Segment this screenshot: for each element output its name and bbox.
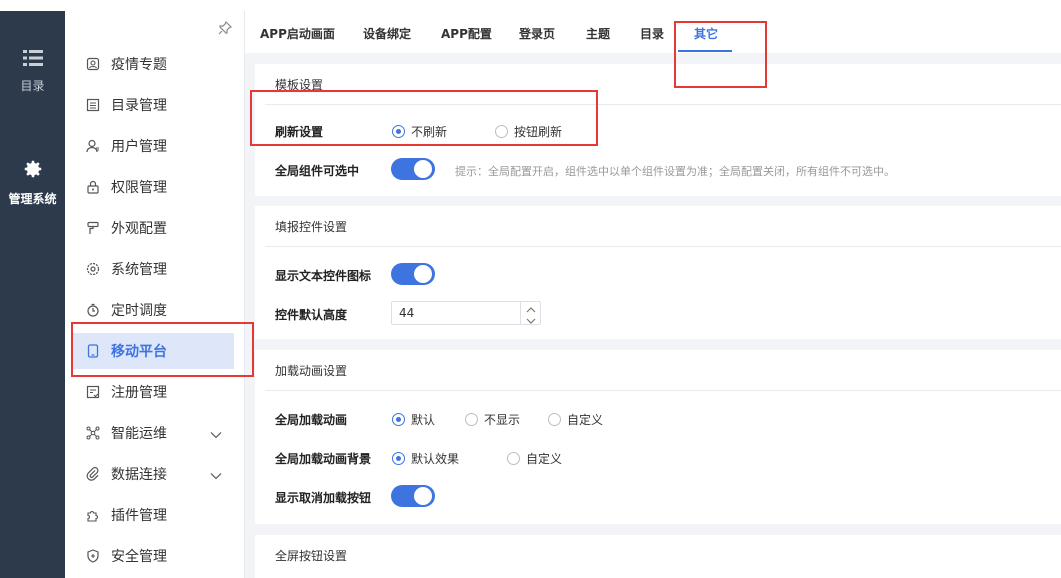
radio-anim-custom[interactable]: 自定义: [548, 411, 603, 428]
global-select-label: 全局组件可选中: [275, 164, 360, 178]
rail-item-catalog[interactable]: 目录: [0, 49, 65, 94]
sidebar-item-permissions[interactable]: 权限管理: [71, 169, 234, 205]
list-icon: [22, 50, 43, 66]
fullscreen-settings-panel: 全屏按钮设置: [255, 535, 1061, 578]
radio-anim-default[interactable]: 默认: [392, 411, 435, 428]
radio-label: 不显示: [484, 413, 521, 427]
rail-item-label: 管理系统: [8, 192, 57, 206]
cancel-button-toggle[interactable]: [391, 485, 435, 507]
cancel-button-label: 显示取消加载按钮: [275, 491, 372, 505]
tab-device-binding[interactable]: 设备绑定: [363, 25, 411, 42]
gear-icon: [24, 160, 41, 178]
radio-dot: [392, 452, 405, 465]
default-height-stepper[interactable]: [391, 301, 541, 325]
show-icon-toggle[interactable]: [391, 263, 435, 285]
global-anim-label: 全局加载动画: [275, 413, 348, 427]
sidebar-item-label: 目录管理: [111, 98, 167, 114]
sidebar-item-system[interactable]: 系统管理: [71, 251, 234, 287]
sidebar-item-label: 外观配置: [111, 221, 167, 237]
sidebar-item-data-connection[interactable]: 数据连接: [71, 456, 234, 492]
top-strip: [0, 0, 1061, 11]
shield-icon: [85, 548, 101, 564]
tab-login-page[interactable]: 登录页: [519, 25, 555, 42]
tab-app-config[interactable]: APP配置: [441, 25, 492, 42]
show-icon-label: 显示文本控件图标: [275, 269, 372, 283]
panel-title: 加载动画设置: [275, 364, 348, 378]
tab-app-splash[interactable]: APP启动画面: [260, 25, 335, 42]
annotation-box-other-tab: [674, 21, 767, 88]
sidebar-item-security[interactable]: 安全管理: [71, 538, 234, 574]
annotation-box-mobile: [71, 322, 254, 377]
sidebar-item-label: 用户管理: [111, 139, 167, 155]
radio-label: 默认效果: [411, 452, 460, 466]
rail-item-label: 目录: [20, 79, 45, 93]
rail-item-management[interactable]: 管理系统: [0, 158, 65, 207]
divider: [265, 390, 1061, 391]
anim-bg-label: 全局加载动画背景: [275, 452, 372, 466]
sidebar-item-plugins[interactable]: 插件管理: [71, 497, 234, 533]
sidebar-item-label: 疫情专题: [111, 57, 167, 73]
lock-icon: [85, 179, 101, 195]
sidebar-item-label: 系统管理: [111, 262, 167, 278]
radio-anim-hidden[interactable]: 不显示: [465, 411, 520, 428]
sidebar-item-epidemic[interactable]: 疫情专题: [71, 46, 234, 82]
global-select-hint: 提示：全局配置开启，组件选中以单个组件设置为准；全局配置关闭，所有组件不可选中。: [455, 165, 895, 178]
annotation-box-refresh: [250, 90, 598, 146]
chevron-down-icon[interactable]: [210, 427, 222, 443]
radio-dot: [507, 452, 520, 465]
radio-dot: [548, 413, 561, 426]
tab-bar: APP启动画面 设备绑定 APP配置 登录页 主题 目录 其它: [245, 11, 1061, 53]
catalog-icon: [85, 97, 101, 113]
default-height-input[interactable]: [392, 302, 520, 324]
left-rail: 目录 管理系统: [0, 11, 65, 578]
radio-label: 自定义: [567, 413, 604, 427]
panel-title: 填报控件设置: [275, 220, 348, 234]
radio-label: 默认: [411, 413, 436, 427]
plugin-icon: [85, 507, 101, 523]
default-height-label: 控件默认高度: [275, 308, 348, 322]
fill-settings-panel: 填报控件设置 显示文本控件图标 控件默认高度: [255, 206, 1061, 339]
timer-icon: [85, 302, 101, 318]
pin-icon[interactable]: [218, 20, 233, 38]
sidebar-item-label: 权限管理: [111, 180, 167, 196]
sidebar-item-label: 数据连接: [111, 467, 167, 483]
sidebar: 疫情专题 目录管理 用户管理 权限管理 外观配置 系统管理 定时调度 移动平台 …: [65, 11, 245, 578]
network-icon: [85, 425, 101, 441]
chevron-down-icon[interactable]: [526, 314, 536, 328]
settings-icon: [85, 261, 101, 277]
radio-dot: [465, 413, 478, 426]
loading-settings-panel: 加载动画设置 全局加载动画 默认 不显示 自定义 全局加载动画背景 默认效果 自…: [255, 350, 1061, 524]
stepper-buttons: [520, 302, 540, 324]
radio-label: 自定义: [526, 452, 563, 466]
chevron-down-icon[interactable]: [210, 468, 222, 484]
link-icon: [85, 466, 101, 482]
sidebar-item-users[interactable]: 用户管理: [71, 128, 234, 164]
brush-icon: [85, 220, 101, 236]
register-icon: [85, 384, 101, 400]
radio-bg-custom[interactable]: 自定义: [507, 450, 562, 467]
radio-dot: [392, 413, 405, 426]
sidebar-item-label: 注册管理: [111, 385, 167, 401]
sidebar-item-label: 定时调度: [111, 303, 167, 319]
tab-theme[interactable]: 主题: [586, 25, 610, 42]
tab-catalog[interactable]: 目录: [640, 25, 664, 42]
sidebar-item-label: 安全管理: [111, 549, 167, 565]
radio-bg-default[interactable]: 默认效果: [392, 450, 459, 467]
sidebar-item-catalog[interactable]: 目录管理: [71, 87, 234, 123]
panel-title: 全屏按钮设置: [275, 549, 348, 563]
divider: [265, 246, 1061, 247]
sidebar-item-ops[interactable]: 智能运维: [71, 415, 234, 451]
sidebar-item-appearance[interactable]: 外观配置: [71, 210, 234, 246]
sidebar-item-register[interactable]: 注册管理: [71, 374, 234, 410]
user-icon: [85, 138, 101, 154]
sidebar-item-label: 智能运维: [111, 426, 167, 442]
topic-icon: [85, 56, 101, 72]
global-select-toggle[interactable]: [391, 158, 435, 180]
sidebar-item-label: 插件管理: [111, 508, 167, 524]
